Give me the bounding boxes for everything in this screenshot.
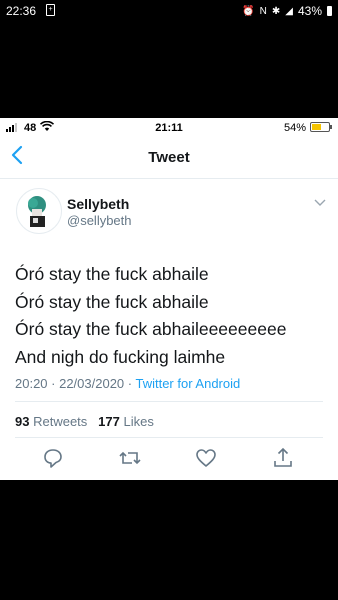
- tweet-text: Óró stay the fuck abhaile Óró stay the f…: [15, 261, 325, 371]
- retweets-count[interactable]: 93: [15, 414, 29, 429]
- tweet-timestamp: 20:20 · 22/03/2020 ·: [15, 376, 136, 391]
- ios-status-bar: 48 21:11 54%: [0, 118, 338, 138]
- tweet-meta: 20:20 · 22/03/2020 · Twitter for Android: [15, 376, 240, 391]
- likes-label[interactable]: Likes: [123, 414, 153, 429]
- tweet-actions: [0, 447, 338, 473]
- clipboard-icon: +: [46, 4, 55, 16]
- divider: [15, 401, 323, 402]
- signal-icon: ◢: [285, 5, 293, 17]
- author-name[interactable]: Sellybeth: [67, 196, 129, 212]
- chevron-down-icon[interactable]: [314, 196, 326, 210]
- alarm-icon: ⏰: [242, 5, 255, 17]
- tweet-line: And nigh do fucking laimhe: [15, 346, 226, 367]
- tweet-line: Óró stay the fuck abhaileeeeeeeee: [15, 319, 287, 339]
- retweet-icon[interactable]: [118, 447, 142, 471]
- ios-battery-icon: [310, 122, 332, 132]
- android-clock: 22:36: [6, 4, 37, 18]
- tweet-line: Óró stay the fuck abhaile: [15, 291, 209, 312]
- divider: [15, 437, 323, 438]
- tweet-line: Óró stay the fuck abhaile: [15, 264, 209, 284]
- android-status-bar: 22:36 + ⏰ N ✱ ◢ 43%: [0, 0, 338, 22]
- android-battery-percent: 43%: [297, 4, 322, 18]
- ios-battery-percent: 54%: [283, 122, 306, 134]
- nfc-icon: N: [259, 5, 267, 17]
- avatar[interactable]: [16, 188, 62, 234]
- nav-bar: Tweet: [0, 138, 338, 179]
- author-handle[interactable]: @sellybeth: [67, 213, 132, 228]
- tweet-screenshot: 48 21:11 54% Tweet Sellybeth @sellybeth …: [0, 118, 338, 480]
- bluetooth-icon: ✱: [271, 5, 281, 17]
- like-icon[interactable]: [195, 447, 219, 471]
- tweet-stats: 93 Retweets 177 Likes: [15, 414, 154, 429]
- battery-icon: [327, 6, 332, 16]
- reply-icon[interactable]: [42, 447, 66, 471]
- android-status-icons: ⏰ N ✱ ◢ 43%: [242, 4, 332, 18]
- tweet-source-link[interactable]: Twitter for Android: [135, 376, 240, 391]
- page-title: Tweet: [148, 149, 190, 166]
- likes-count[interactable]: 177: [98, 414, 120, 429]
- retweets-label[interactable]: Retweets: [33, 414, 87, 429]
- share-icon[interactable]: [272, 447, 296, 471]
